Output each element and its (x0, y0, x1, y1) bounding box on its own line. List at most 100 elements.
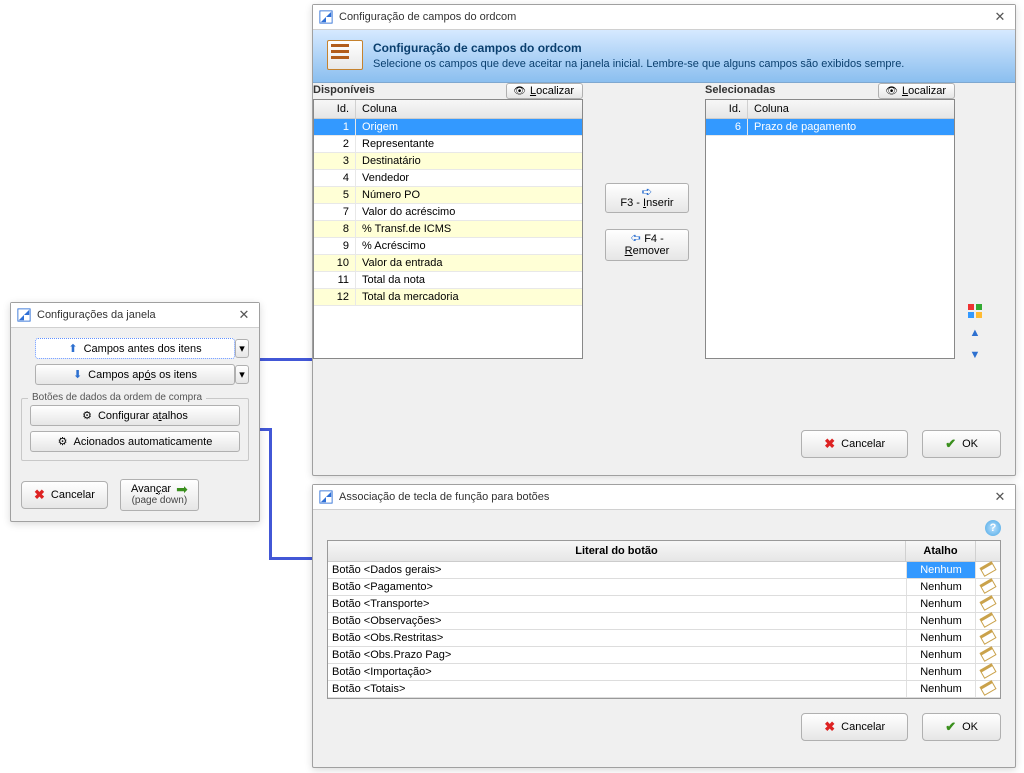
col-name: Coluna (748, 100, 954, 118)
dropdown-caret[interactable]: ▾ (235, 365, 249, 384)
window-title: Configuração de campos do ordcom (339, 11, 991, 23)
list-item[interactable]: 11Total da nota (314, 272, 582, 289)
connector-line (269, 428, 272, 559)
list-item[interactable]: 9% Acréscimo (314, 238, 582, 255)
check-icon: ✔ (945, 719, 956, 735)
dropdown-caret[interactable]: ▾ (235, 339, 249, 358)
fields-after-button[interactable]: ⬇ Campos após os itens ▾ (35, 364, 235, 385)
list-item[interactable]: 8% Transf.de ICMS (314, 221, 582, 238)
col-id: Id. (706, 100, 748, 118)
app-icon (319, 10, 333, 24)
arrow-right-icon: ➡ (176, 483, 188, 495)
gears-icon: ⚙ (82, 409, 92, 422)
remove-button[interactable]: ➪ F4 - Remover (605, 229, 689, 261)
down-arrow-icon: ⬇ (73, 368, 82, 381)
body-area: Disponíveis Localizar Id. Coluna 1Origem… (313, 83, 1015, 468)
table-row[interactable]: Botão <Pagamento>Nenhum (328, 579, 1000, 596)
selected-list[interactable]: Id. Coluna 6Prazo de pagamento (705, 99, 955, 359)
auto-triggered-button[interactable]: ⚙ Acionados automaticamente (30, 431, 240, 452)
side-tools: ▲ ▼ (967, 303, 1019, 363)
available-list[interactable]: Id. Coluna 1Origem2Representante3Destina… (313, 99, 583, 359)
list-item[interactable]: 2Representante (314, 136, 582, 153)
close-button[interactable]: ✕ (235, 307, 253, 323)
dialog-buttons: ✖ Cancelar ✔ OK (327, 713, 1001, 741)
key-icon[interactable] (976, 598, 1000, 611)
check-icon: ✔ (945, 436, 956, 452)
buttons-fieldset: Botões de dados da ordem de compra ⚙ Con… (21, 398, 249, 461)
key-icon[interactable] (976, 564, 1000, 577)
available-panel: Disponíveis Localizar Id. Coluna 1Origem… (313, 83, 583, 359)
close-button[interactable]: ✕ (991, 489, 1009, 505)
key-icon[interactable] (976, 615, 1000, 628)
col-name: Coluna (356, 100, 582, 118)
arrow-right-icon: ➪ (610, 187, 684, 197)
list-item[interactable]: 1Origem (314, 119, 582, 136)
list-item[interactable]: 6Prazo de pagamento (706, 119, 954, 136)
move-up-icon[interactable]: ▲ (967, 325, 983, 341)
list-item[interactable]: 4Vendedor (314, 170, 582, 187)
help-icon[interactable]: ? (985, 520, 1001, 536)
hotkey-table: Literal do botão Atalho Botão <Dados ger… (327, 540, 1001, 699)
header-title: Configuração de campos do ordcom (373, 41, 904, 55)
header-subtitle: Selecione os campos que deve aceitar na … (373, 58, 904, 70)
move-buttons: ➪ F3 - Inserir ➪ F4 - Remover (605, 183, 689, 277)
body: ? Literal do botão Atalho Botão <Dados g… (313, 510, 1015, 751)
table-row[interactable]: Botão <Importação>Nenhum (328, 664, 1000, 681)
window-body: ⬆ Campos antes dos itens ▾ ⬇ Campos após… (11, 328, 259, 521)
selected-panel: Selecionadas Localizar Id. Coluna 6Prazo… (705, 83, 955, 359)
list-item[interactable]: 3Destinatário (314, 153, 582, 170)
x-icon: ✖ (824, 436, 835, 452)
col-id: Id. (314, 100, 356, 118)
header-icon (327, 40, 363, 70)
bottom-bar: ✖ Cancelar Avançar ➡ (page down) (21, 479, 249, 511)
locate-button[interactable]: Localizar (506, 83, 583, 99)
table-row[interactable]: Botão <Dados gerais>Nenhum (328, 562, 1000, 579)
list-item[interactable]: 5Número PO (314, 187, 582, 204)
dialog-buttons: ✖ Cancelar ✔ OK (801, 430, 1001, 458)
list-item[interactable]: 10Valor da entrada (314, 255, 582, 272)
window-title: Associação de tecla de função para botõe… (339, 491, 991, 503)
list-item[interactable]: 12Total da mercadoria (314, 289, 582, 306)
cancel-button[interactable]: ✖ Cancelar (801, 713, 908, 741)
x-icon: ✖ (34, 487, 45, 503)
insert-button[interactable]: ➪ F3 - Inserir (605, 183, 689, 213)
selected-label: Selecionadas (705, 84, 775, 96)
app-icon (17, 308, 31, 322)
ok-button[interactable]: ✔ OK (922, 713, 1001, 741)
table-row[interactable]: Botão <Obs.Restritas>Nenhum (328, 630, 1000, 647)
table-row[interactable]: Botão <Transporte>Nenhum (328, 596, 1000, 613)
col-literal: Literal do botão (328, 541, 906, 561)
fields-before-button[interactable]: ⬆ Campos antes dos itens ▾ (35, 338, 235, 359)
table-row[interactable]: Botão <Obs.Prazo Pag>Nenhum (328, 647, 1000, 664)
cancel-button[interactable]: ✖ Cancelar (21, 481, 108, 509)
ok-button[interactable]: ✔ OK (922, 430, 1001, 458)
color-swatch-icon[interactable] (967, 303, 983, 319)
key-icon[interactable] (976, 683, 1000, 696)
locate-button[interactable]: Localizar (878, 83, 955, 99)
move-down-icon[interactable]: ▼ (967, 347, 983, 363)
up-arrow-icon: ⬆ (68, 342, 77, 355)
titlebar: Configuração de campos do ordcom ✕ (313, 5, 1015, 30)
cancel-button[interactable]: ✖ Cancelar (801, 430, 908, 458)
window-title: Configurações da janela (37, 309, 235, 321)
app-icon (319, 490, 333, 504)
list-item[interactable]: 7Valor do acréscimo (314, 204, 582, 221)
configure-shortcuts-button[interactable]: ⚙ Configurar atalhos (30, 405, 240, 426)
key-icon[interactable] (976, 649, 1000, 662)
help-row: ? (327, 520, 1001, 536)
eye-icon (513, 85, 526, 97)
titlebar: Associação de tecla de função para botõe… (313, 485, 1015, 510)
window-fields-config: Configuração de campos do ordcom ✕ Confi… (312, 4, 1016, 476)
x-icon: ✖ (824, 719, 835, 735)
key-icon[interactable] (976, 632, 1000, 645)
close-button[interactable]: ✕ (991, 9, 1009, 25)
available-label: Disponíveis (313, 84, 375, 96)
table-row[interactable]: Botão <Totais>Nenhum (328, 681, 1000, 698)
window-hotkeys: Associação de tecla de função para botõe… (312, 484, 1016, 768)
key-icon[interactable] (976, 666, 1000, 679)
key-icon[interactable] (976, 581, 1000, 594)
fieldset-legend: Botões de dados da ordem de compra (28, 392, 206, 403)
table-row[interactable]: Botão <Observações>Nenhum (328, 613, 1000, 630)
advance-button[interactable]: Avançar ➡ (page down) (120, 479, 199, 511)
gears-icon: ⚙ (58, 435, 68, 448)
